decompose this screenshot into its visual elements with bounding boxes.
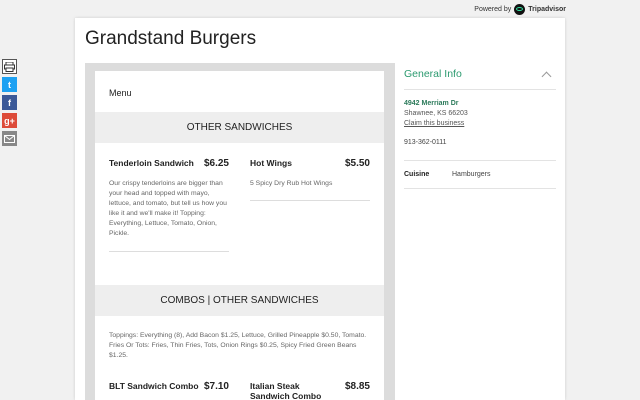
menu-item-tenderloin[interactable]: Tenderloin Sandwich $6.25 Our crispy ten…: [109, 158, 229, 239]
restaurant-card: Grandstand Burgers Menu OTHER SANDWICHES…: [75, 18, 565, 400]
section-header-other-sandwiches: OTHER SANDWICHES: [95, 112, 384, 143]
tripadvisor-logo-icon: [514, 4, 526, 15]
claim-business-link[interactable]: Claim this business: [404, 120, 556, 127]
general-info-panel: General Info 4942 Merriam Dr Shawnee, KS…: [404, 68, 556, 189]
powered-by-label: Powered by: [474, 6, 512, 13]
menu-panel[interactable]: Menu OTHER SANDWICHES Tenderloin Sandwic…: [95, 71, 384, 400]
menu-label: Menu: [109, 88, 132, 98]
tripadvisor-brand: Tripadvisor: [528, 6, 566, 13]
share-bar: t f g+: [2, 59, 17, 146]
email-icon[interactable]: [2, 131, 17, 146]
chevron-up-icon[interactable]: [541, 71, 552, 81]
item-name: Tenderloin Sandwich: [109, 158, 194, 168]
item-name: BLT Sandwich Combo: [109, 381, 199, 391]
menu-item-italian-steak-combo[interactable]: Italian Steak Sandwich Combo $8.85: [250, 381, 370, 400]
cuisine-label: Cuisine: [404, 171, 430, 178]
section-notes: Toppings: Everything (8), Add Bacon $1.2…: [109, 332, 367, 359]
item-price: $5.50: [344, 158, 370, 169]
googleplus-icon[interactable]: g+: [2, 113, 17, 128]
general-info-header[interactable]: General Info: [404, 68, 556, 90]
powered-by[interactable]: Powered by Tripadvisor: [474, 4, 566, 15]
menu-item-blt-combo[interactable]: BLT Sandwich Combo $7.10: [109, 381, 229, 392]
divider: [109, 251, 229, 252]
item-name: Hot Wings: [250, 158, 292, 168]
page-title: Grandstand Burgers: [85, 28, 257, 49]
item-description: Our crispy tenderloins are bigger than y…: [109, 180, 227, 237]
facebook-icon[interactable]: f: [2, 95, 17, 110]
section-header-combos: COMBOS | OTHER SANDWICHES: [95, 285, 384, 316]
menu-item-hot-wings[interactable]: Hot Wings $5.50 5 Spicy Dry Rub Hot Wing…: [250, 158, 370, 189]
item-description: 5 Spicy Dry Rub Hot Wings: [250, 180, 333, 187]
item-price: $6.25: [203, 158, 229, 169]
address-line1[interactable]: 4942 Merriam Dr: [404, 100, 556, 107]
item-price: $8.85: [344, 381, 370, 392]
cuisine-row: Cuisine Hamburgers: [404, 161, 556, 189]
twitter-icon[interactable]: t: [2, 77, 17, 92]
phone-number[interactable]: 913-362-0111: [404, 139, 556, 161]
menu-frame: Menu OTHER SANDWICHES Tenderloin Sandwic…: [85, 63, 395, 400]
cuisine-value: Hamburgers: [452, 171, 491, 178]
general-info-title: General Info: [404, 68, 462, 80]
address-line2: Shawnee, KS 66203: [404, 110, 468, 117]
divider: [250, 200, 370, 201]
item-price: $7.10: [203, 381, 229, 392]
print-icon[interactable]: [2, 59, 17, 74]
item-name: Italian Steak Sandwich Combo: [250, 381, 322, 400]
